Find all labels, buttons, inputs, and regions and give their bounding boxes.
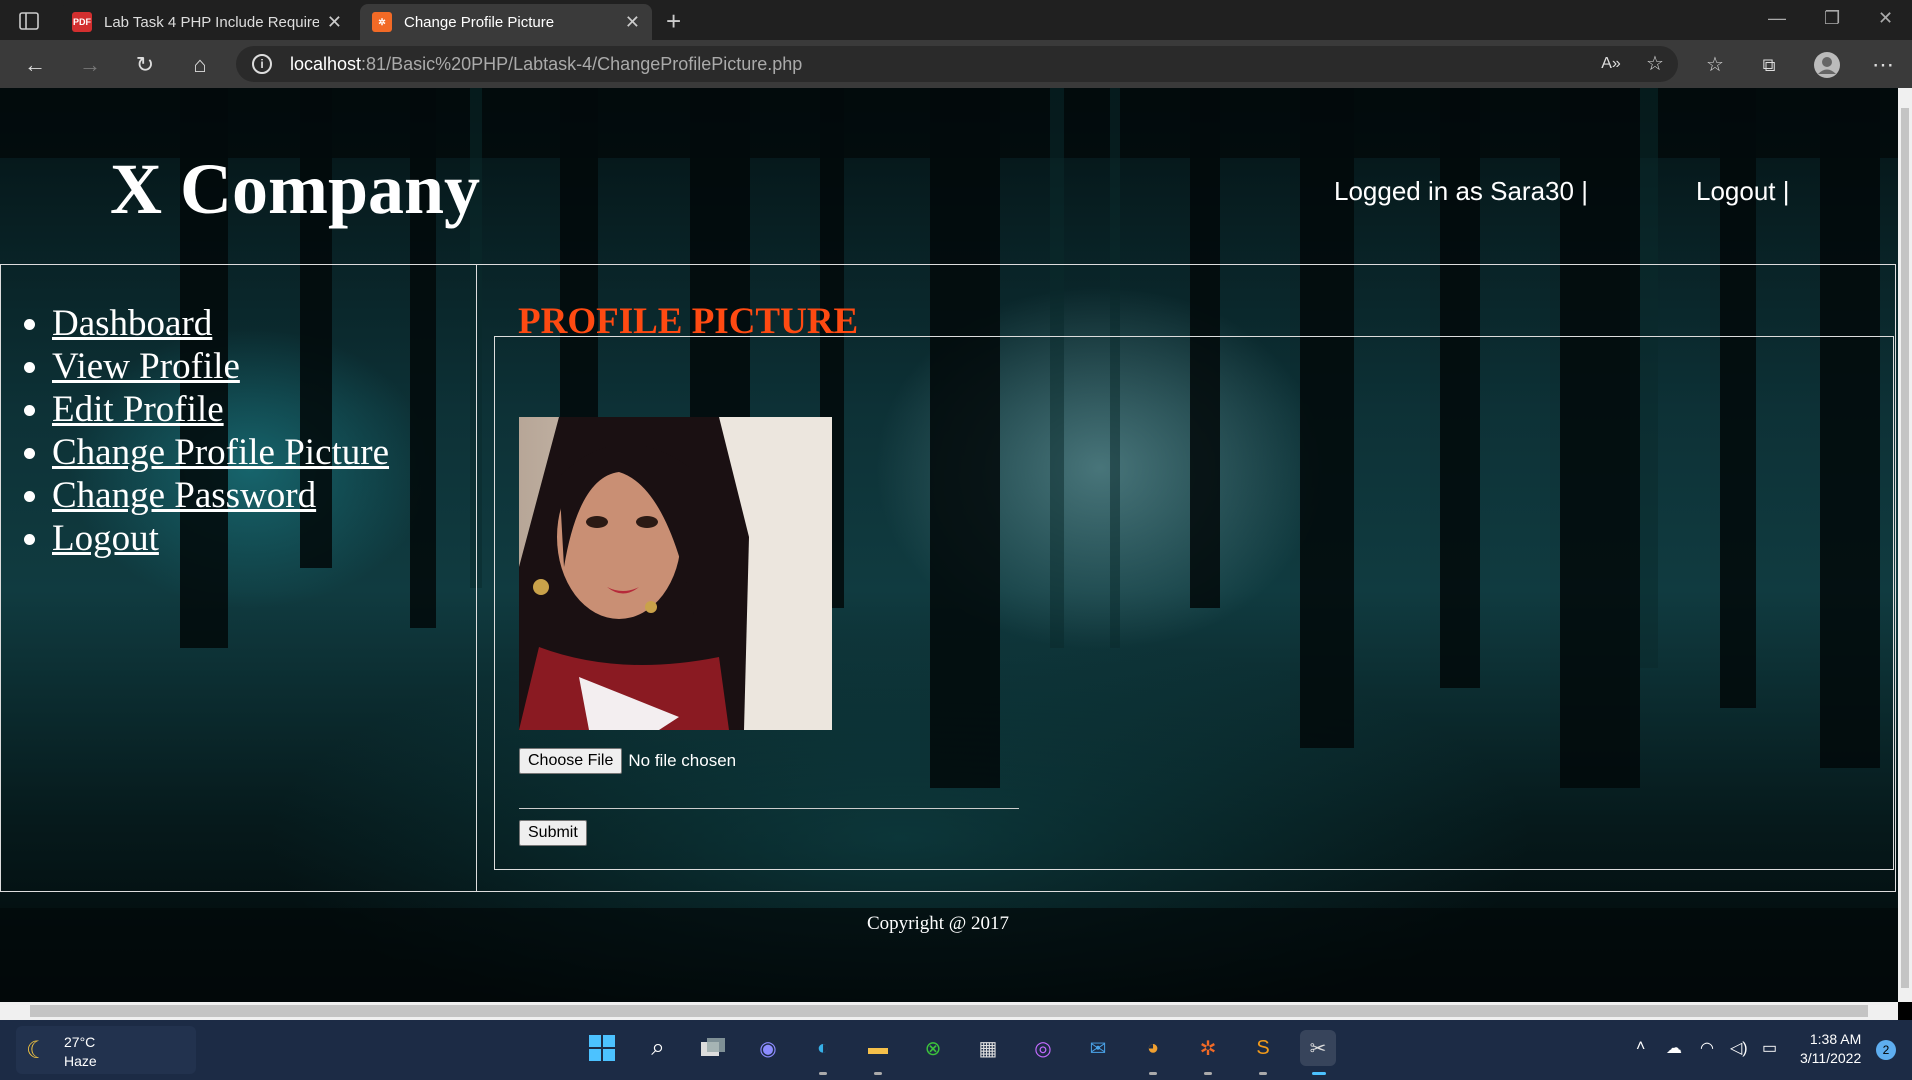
nav-item: Dashboard xyxy=(52,302,389,345)
company-logo: X Company xyxy=(110,149,481,229)
mail-icon[interactable]: ✉ xyxy=(1080,1030,1116,1066)
profile-photo xyxy=(519,417,832,730)
nav-link-logout[interactable]: Logout xyxy=(52,518,159,559)
edge-browser-icon[interactable]: ◐ xyxy=(805,1030,841,1066)
nav-link-dashboard[interactable]: Dashboard xyxy=(52,303,212,344)
nav-item: Change Password xyxy=(52,474,389,517)
copyright-text: Copyright @ 2017 xyxy=(866,913,1010,934)
collections-icon[interactable]: ⧉ xyxy=(1756,52,1782,78)
url-text: localhost:81/Basic%20PHP/Labtask-4/Chang… xyxy=(290,54,803,74)
notification-badge[interactable]: 2 xyxy=(1876,1040,1896,1060)
wifi-icon[interactable]: ◠ xyxy=(1700,1038,1714,1058)
weather-condition: Haze xyxy=(64,1053,97,1069)
chevron-up-icon[interactable]: ˄ xyxy=(1636,1038,1645,1056)
close-window-icon[interactable]: ✕ xyxy=(1878,8,1893,29)
read-aloud-icon[interactable]: A» xyxy=(1598,51,1624,77)
nav-list: Dashboard View Profile Edit Profile Chan… xyxy=(52,302,389,560)
microsoft-store-icon[interactable]: ▦ xyxy=(970,1030,1006,1066)
file-input-row: Choose File No file chosen xyxy=(519,748,736,774)
submit-button[interactable]: Submit xyxy=(519,820,587,846)
clock[interactable]: 1:38 AM 3/11/2022 xyxy=(1800,1030,1861,1068)
favorites-icon[interactable]: ☆ xyxy=(1702,52,1728,78)
tab-title: Change Profile Picture xyxy=(404,13,555,31)
pdf-icon: PDF xyxy=(72,12,92,32)
scrollbar-thumb[interactable] xyxy=(30,1005,1868,1017)
xbox-icon[interactable]: ⊗ xyxy=(915,1030,951,1066)
chrome-icon[interactable]: ◕ xyxy=(1135,1030,1171,1066)
tab-change-profile-picture[interactable]: ✲ Change Profile Picture ✕ xyxy=(360,4,652,40)
sublime-text-icon[interactable]: S xyxy=(1245,1030,1281,1066)
camera-app-icon[interactable]: ◎ xyxy=(1025,1030,1061,1066)
new-tab-icon[interactable]: + xyxy=(666,6,681,37)
battery-icon[interactable]: ▭ xyxy=(1762,1038,1777,1058)
temperature: 27°C xyxy=(64,1034,96,1050)
web-page: X Company Logged in as Sara30 | Logout |… xyxy=(0,88,1898,1002)
onedrive-cloud-icon[interactable]: ☁ xyxy=(1666,1038,1682,1058)
no-file-chosen-text: No file chosen xyxy=(628,751,737,770)
choose-file-button[interactable]: Choose File xyxy=(519,748,623,774)
add-favorite-icon[interactable]: ☆ xyxy=(1642,51,1668,77)
sidebar-toggle-icon[interactable] xyxy=(16,8,42,34)
running-indicator xyxy=(874,1072,882,1075)
task-view-icon[interactable] xyxy=(695,1030,731,1066)
forward-icon[interactable]: → xyxy=(77,52,103,78)
minimize-icon[interactable]: — xyxy=(1768,8,1786,29)
nav-link-edit-profile[interactable]: Edit Profile xyxy=(52,389,224,430)
nav-item: Change Profile Picture xyxy=(52,431,389,474)
nav-item: View Profile xyxy=(52,345,389,388)
tab-title: Lab Task 4 PHP Include Require xyxy=(104,13,319,31)
file-explorer-icon[interactable]: ▬ xyxy=(860,1030,896,1066)
url-field[interactable]: i localhost:81/Basic%20PHP/Labtask-4/Cha… xyxy=(236,46,1678,82)
nav-link-change-password[interactable]: Change Password xyxy=(52,475,316,516)
nav-item: Logout xyxy=(52,517,389,560)
moon-icon: ☾ xyxy=(26,1037,48,1064)
volume-icon[interactable]: ◁) xyxy=(1730,1038,1748,1058)
taskbar: ☾ 27°C Haze ⌕ ◉ ◐ ▬ ⊗ ▦ ◎ ✉ ◕ ✲ S ✂ ˄ ☁ … xyxy=(0,1020,1912,1080)
home-icon[interactable]: ⌂ xyxy=(187,52,213,78)
more-menu-icon[interactable]: ⋯ xyxy=(1870,52,1896,78)
close-tab-icon[interactable]: ✕ xyxy=(327,12,342,33)
nav-link-change-profile-picture[interactable]: Change Profile Picture xyxy=(52,432,389,473)
active-indicator xyxy=(1312,1072,1326,1075)
clock-date: 3/11/2022 xyxy=(1800,1050,1862,1066)
running-indicator xyxy=(819,1072,827,1075)
logged-in-text: Logged in as Sara30 | xyxy=(1334,176,1588,206)
windows-start-icon[interactable] xyxy=(584,1030,620,1066)
scrollbar-thumb[interactable] xyxy=(1901,108,1909,988)
xampp-icon: ✲ xyxy=(372,12,392,32)
teams-chat-icon[interactable]: ◉ xyxy=(750,1030,786,1066)
header-logout-link[interactable]: Logout | xyxy=(1696,176,1790,207)
nav-link-view-profile[interactable]: View Profile xyxy=(52,346,240,387)
divider xyxy=(519,808,1019,809)
running-indicator xyxy=(1259,1072,1267,1075)
horizontal-scrollbar[interactable] xyxy=(0,1002,1898,1020)
refresh-icon[interactable]: ↻ xyxy=(132,52,158,78)
sidebar: Dashboard View Profile Edit Profile Chan… xyxy=(0,264,477,892)
vertical-scrollbar[interactable] xyxy=(1898,88,1912,1002)
profile-avatar-icon[interactable] xyxy=(1814,52,1840,78)
close-tab-icon[interactable]: ✕ xyxy=(625,12,640,33)
clock-time: 1:38 AM xyxy=(1809,1031,1862,1047)
search-icon[interactable]: ⌕ xyxy=(640,1030,676,1066)
snipping-tool-icon[interactable]: ✂ xyxy=(1300,1030,1336,1066)
address-bar: ← → ↻ ⌂ i localhost:81/Basic%20PHP/Labta… xyxy=(0,40,1912,88)
back-icon[interactable]: ← xyxy=(22,52,48,78)
restore-icon[interactable]: ❐ xyxy=(1824,8,1840,29)
running-indicator xyxy=(1204,1072,1212,1075)
xampp-taskbar-icon[interactable]: ✲ xyxy=(1190,1030,1226,1066)
site-info-icon[interactable]: i xyxy=(252,54,272,74)
weather-widget[interactable]: ☾ 27°C Haze xyxy=(16,1026,196,1074)
profile-picture-legend: PROFILE PICTURE xyxy=(518,301,859,342)
tab-lab-task[interactable]: PDF Lab Task 4 PHP Include Require ✕ xyxy=(60,4,354,40)
tab-bar: PDF Lab Task 4 PHP Include Require ✕ ✲ C… xyxy=(0,0,1912,40)
nav-item: Edit Profile xyxy=(52,388,389,431)
running-indicator xyxy=(1149,1072,1157,1075)
